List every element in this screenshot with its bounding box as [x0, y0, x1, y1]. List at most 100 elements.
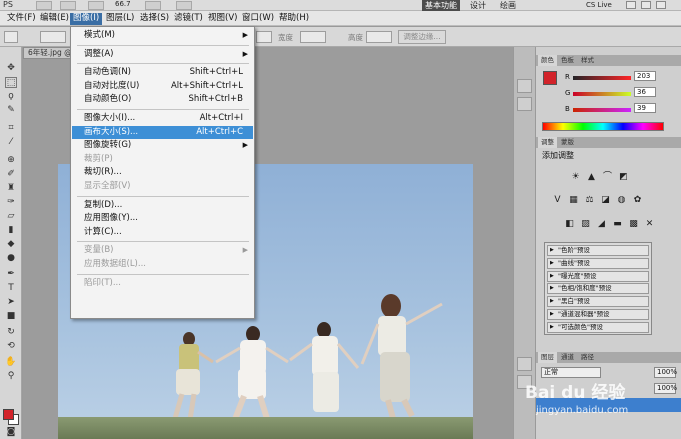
preset-item[interactable]: "色阶"预设: [547, 245, 649, 256]
foreground-color-swatch[interactable]: [3, 409, 14, 420]
image-menu-item[interactable]: 画布大小(S)... Alt+Ctrl+C: [72, 125, 253, 139]
bridge-button[interactable]: [36, 1, 52, 10]
tab-swatches[interactable]: 色板: [558, 55, 577, 66]
image-menu-item[interactable]: 裁切(R)...: [72, 166, 253, 179]
b-value[interactable]: 39: [634, 103, 656, 113]
hue-sat-icon[interactable]: ▦: [568, 195, 579, 206]
menu-filter[interactable]: 滤镜(T): [171, 13, 206, 25]
channel-mixer-icon[interactable]: ✿: [632, 195, 643, 206]
invert-icon[interactable]: ◧: [564, 219, 575, 230]
pen-tool-icon[interactable]: ✒: [5, 269, 17, 280]
arrange-docs-button[interactable]: [145, 1, 161, 10]
menu-view[interactable]: 视图(V): [205, 13, 240, 25]
preset-item[interactable]: "通道混和器"预设: [547, 309, 649, 320]
preset-item[interactable]: "曲线"预设: [547, 257, 649, 269]
tab-masks[interactable]: 蒙版: [558, 137, 577, 148]
mini-bridge-button[interactable]: [60, 1, 76, 10]
blur-tool-icon[interactable]: ◆: [5, 239, 17, 250]
curves-icon[interactable]: ⌒: [602, 172, 613, 183]
expand-icon[interactable]: ✕: [644, 219, 655, 230]
posterize-icon[interactable]: ▨: [580, 219, 591, 230]
minimize-icon[interactable]: [626, 1, 636, 9]
workspace-design[interactable]: 设计: [470, 0, 486, 11]
black-white-icon[interactable]: ◪: [600, 195, 611, 206]
tab-color[interactable]: 颜色: [538, 55, 557, 66]
zoom-level[interactable]: 66.7: [115, 0, 131, 8]
g-value[interactable]: 36: [634, 87, 656, 97]
stamp-tool-icon[interactable]: ♜: [5, 183, 17, 194]
tool-preset-picker[interactable]: [4, 31, 18, 43]
menu-file[interactable]: 文件(F): [4, 13, 39, 25]
gradient-tool-icon[interactable]: ▮: [5, 225, 17, 236]
threshold-icon[interactable]: ◢: [596, 219, 607, 230]
3d-rotate-icon[interactable]: ↻: [5, 327, 17, 338]
r-value[interactable]: 203: [634, 71, 656, 81]
view-extras-button[interactable]: [88, 1, 104, 10]
preset-item[interactable]: "曝光度"预设: [547, 270, 649, 282]
tab-paths[interactable]: 路径: [578, 352, 597, 363]
tab-channels[interactable]: 通道: [558, 352, 577, 363]
menu-help[interactable]: 帮助(H): [276, 13, 312, 25]
tab-layers[interactable]: 图层: [538, 352, 557, 363]
screen-mode-button[interactable]: [176, 1, 192, 10]
menu-select[interactable]: 选择(S): [137, 13, 172, 25]
photo-filter-icon[interactable]: ◍: [616, 195, 627, 206]
selective-color-icon[interactable]: ▩: [628, 219, 639, 230]
exposure-icon[interactable]: ◩: [618, 172, 629, 183]
image-menu-item[interactable]: 计算(C)...: [72, 226, 253, 239]
shape-tool-icon[interactable]: ■: [5, 311, 17, 322]
image-menu-item[interactable]: 复制(D)...: [72, 199, 253, 212]
color-balance-icon[interactable]: ⚖: [584, 195, 595, 206]
width-input[interactable]: [300, 31, 326, 43]
color-spectrum-bar[interactable]: [542, 122, 664, 131]
tab-styles[interactable]: 样式: [578, 55, 597, 66]
b-slider[interactable]: [573, 108, 631, 112]
preset-item[interactable]: "可选颜色"预设: [547, 321, 649, 333]
zoom-tool-icon[interactable]: ⚲: [5, 371, 17, 382]
maximize-icon[interactable]: [641, 1, 651, 9]
height-input[interactable]: [366, 31, 392, 43]
move-tool-icon[interactable]: ✥: [5, 63, 17, 74]
healing-brush-icon[interactable]: ⊕: [5, 155, 17, 166]
vibrance-icon[interactable]: V: [552, 195, 563, 206]
image-menu-item[interactable]: 调整(A) ▶: [72, 48, 253, 61]
tab-adjustments[interactable]: 调整: [538, 137, 557, 148]
3d-camera-icon[interactable]: ⟲: [5, 341, 17, 352]
refine-edge-button[interactable]: 调整边缘...: [398, 30, 446, 44]
menu-image[interactable]: 图像(I): [70, 13, 103, 25]
close-icon[interactable]: [656, 1, 666, 9]
brush-tool-icon[interactable]: ✐: [5, 169, 17, 180]
gradient-map-icon[interactable]: ▬: [612, 219, 623, 230]
image-menu-item[interactable]: 自动颜色(O) Shift+Ctrl+B: [72, 93, 253, 106]
selection-mode-buttons[interactable]: [40, 31, 66, 43]
menu-layer[interactable]: 图层(L): [103, 13, 137, 25]
crop-tool-icon[interactable]: ⌗: [5, 123, 17, 134]
menu-window[interactable]: 窗口(W): [239, 13, 277, 25]
image-menu-item[interactable]: 自动色调(N) Shift+Ctrl+L: [72, 66, 253, 79]
workspace-painting[interactable]: 绘画: [500, 0, 516, 11]
color-foreground-swatch[interactable]: [543, 71, 557, 85]
eyedropper-tool-icon[interactable]: ⁄: [5, 137, 17, 148]
eraser-tool-icon[interactable]: ▱: [5, 211, 17, 222]
image-menu-item[interactable]: 图像大小(I)... Alt+Ctrl+I: [72, 112, 253, 125]
hand-tool-icon[interactable]: ✋: [5, 357, 17, 368]
image-menu-item[interactable]: 模式(M) ▶: [72, 29, 253, 42]
opacity-input[interactable]: 100%: [654, 367, 677, 378]
menu-edit[interactable]: 编辑(E): [37, 13, 72, 25]
marquee-tool-icon[interactable]: ⬚: [5, 77, 17, 88]
workspace-essentials[interactable]: 基本功能: [422, 0, 460, 11]
fill-input[interactable]: 100%: [654, 383, 677, 394]
quick-select-tool-icon[interactable]: ✎: [5, 105, 17, 116]
image-menu-item[interactable]: 图像旋转(G) ▶: [72, 139, 253, 152]
preset-item[interactable]: "黑白"预设: [547, 296, 649, 308]
image-menu-item[interactable]: 应用图像(Y)...: [72, 212, 253, 225]
type-tool-icon[interactable]: T: [5, 283, 17, 294]
history-brush-icon[interactable]: ✑: [5, 197, 17, 208]
cs-live-button[interactable]: CS Live: [586, 0, 612, 11]
image-menu-item[interactable]: 自动对比度(U) Alt+Shift+Ctrl+L: [72, 80, 253, 93]
levels-icon[interactable]: ▲: [586, 172, 597, 183]
quick-mask-icon[interactable]: ◙: [5, 427, 17, 438]
history-panel-icon[interactable]: [517, 79, 532, 93]
dodge-tool-icon[interactable]: ●: [5, 253, 17, 264]
brightness-icon[interactable]: ☀: [570, 172, 581, 183]
